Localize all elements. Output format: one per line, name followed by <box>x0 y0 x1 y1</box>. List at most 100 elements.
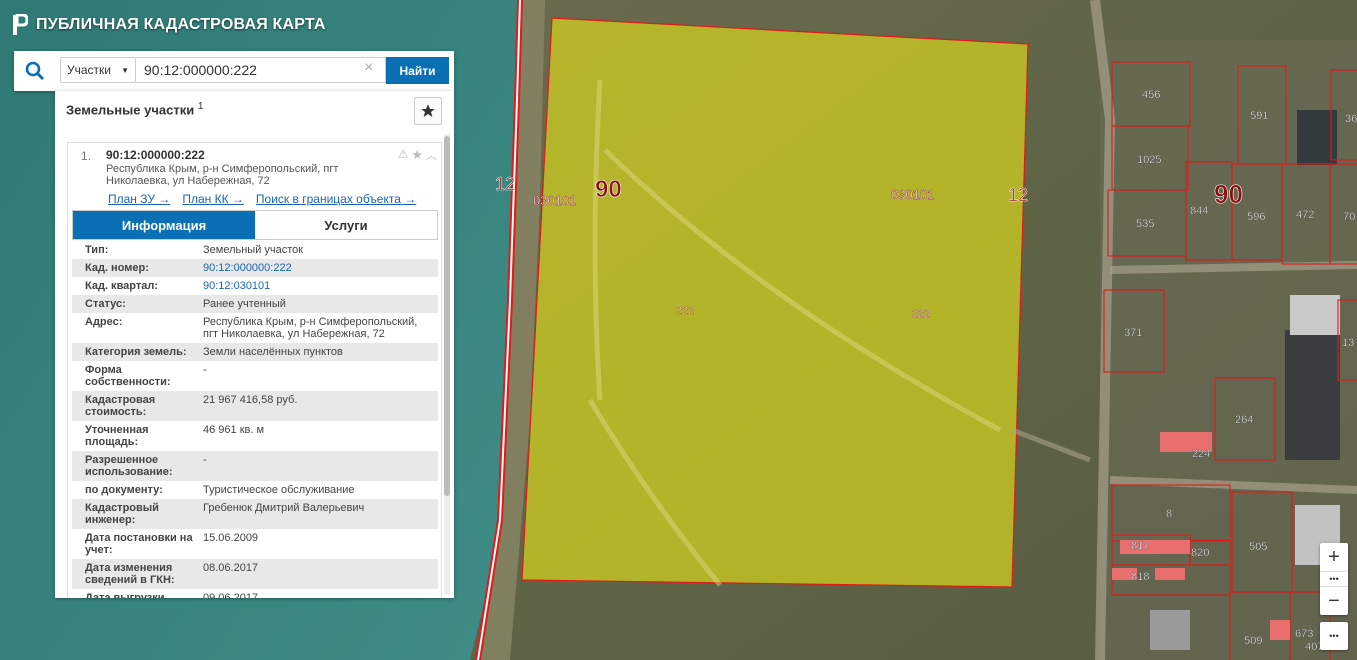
building <box>1150 610 1190 650</box>
star-icon <box>421 104 435 117</box>
zoom-out-button[interactable]: − <box>1320 587 1348 615</box>
info-row-value: Туристическое обслуживание <box>203 484 355 496</box>
info-row-value[interactable]: 90:12:030101 <box>203 280 438 292</box>
app-header: ПУБЛИЧНАЯ КАДАСТРОВАЯ КАРТА <box>12 14 326 36</box>
building <box>1285 330 1340 460</box>
info-tabs: Информация Услуги <box>72 210 438 240</box>
neighbor-parcel-label: 535 <box>1136 218 1154 230</box>
scrollbar-thumb[interactable] <box>444 136 450 496</box>
warning-icon[interactable]: ⚠ <box>398 147 409 163</box>
info-row: Категория земель: Земли населённых пункто… <box>72 343 438 361</box>
tab-information[interactable]: Информация <box>73 211 255 239</box>
info-row: Разрешенное использование: - <box>72 451 438 481</box>
panel-title: Земельные участки 1 <box>66 101 204 118</box>
quarter-label: 030101 <box>533 193 576 208</box>
search-input[interactable] <box>136 57 386 83</box>
neighbor-parcel-label: 505 <box>1249 541 1267 553</box>
neighbor-parcel-label: 13 <box>1342 337 1354 349</box>
info-row: Тип: Земельный участок <box>72 241 438 259</box>
plan-zu-link[interactable]: План ЗУ → <box>108 192 170 206</box>
info-row-key: Разрешенное использование: <box>85 454 173 478</box>
search-type-select[interactable]: Участки ▼ <box>60 57 136 83</box>
info-row: по документу: Туристическое обслуживание <box>72 481 438 499</box>
info-row-key: Кадастровый инженер: <box>85 502 159 526</box>
item-cadastral-number[interactable]: 90:12:000000:222 <box>106 148 205 162</box>
info-row-key: Статус: <box>85 298 126 310</box>
info-row-key: Кад. номер: <box>85 262 149 274</box>
neighbor-parcel-label: 8 <box>1166 508 1172 520</box>
neighbor-parcel-label: 70 <box>1343 211 1355 223</box>
info-row-value: Республика Крым, р-н Симферопольский, пг… <box>203 316 418 340</box>
logo-icon <box>13 14 28 35</box>
app-title: ПУБЛИЧНАЯ КАДАСТРОВАЯ КАРТА <box>36 16 326 33</box>
info-row: Кадастровая стоимость: 21 967 416,58 руб. <box>72 391 438 421</box>
parcel-label: 222 <box>676 305 694 317</box>
neighbor-parcel-label: 509 <box>1244 635 1262 647</box>
info-row-value: Ранее учтенный <box>203 298 286 310</box>
search-icon[interactable] <box>14 51 56 91</box>
search-type-label: Участки <box>67 63 111 77</box>
info-row: Кадастровый инженер: Гребенюк Дмитрий Вал… <box>72 499 438 529</box>
neighbor-parcel-label: 371 <box>1124 327 1142 339</box>
star-icon[interactable]: ★ <box>411 147 423 163</box>
plan-kk-link[interactable]: План КК → <box>182 192 244 206</box>
district-label: 12 <box>1008 185 1028 205</box>
info-row: Кад. квартал: 90:12:030101 <box>72 277 438 295</box>
info-row: Форма собственности: - <box>72 361 438 391</box>
panel-scrollbar[interactable] <box>444 134 450 594</box>
neighbor-parcel-label: 36 <box>1345 113 1357 125</box>
info-row: Адрес: Республика Крым, р-н Симферопольск… <box>72 313 438 343</box>
item-address: Республика Крым, р-н Симферопольский, пг… <box>106 163 339 187</box>
neighbor-parcel-label: 817 <box>1131 540 1149 552</box>
quarter-label: 030101 <box>891 187 934 202</box>
item-number: 1. <box>81 149 92 163</box>
find-button[interactable]: Найти <box>386 57 449 84</box>
neighbor-parcel-label: 1025 <box>1137 154 1161 166</box>
info-row-value: Гребенюк Дмитрий Валерьевич <box>203 502 365 514</box>
clear-icon[interactable]: × <box>364 59 373 77</box>
info-row-value: 15.06.2009 <box>203 532 259 544</box>
info-row-key: Кад. квартал: <box>85 280 159 292</box>
info-row-key: Кадастровая стоимость: <box>85 394 156 418</box>
info-row: Дата изменения сведений в ГКН: 08.06.2017 <box>72 559 438 589</box>
info-row-value: 21 967 416,58 руб. <box>203 394 298 406</box>
more-button[interactable]: ••• <box>1320 622 1348 650</box>
info-row: Уточненная площадь: 46 961 кв. м <box>72 421 438 451</box>
neighbor-parcel-label: 456 <box>1142 89 1160 101</box>
info-row-value: 46 961 кв. м <box>203 424 265 436</box>
info-row-value[interactable]: 90:12:000000:222 <box>203 262 438 274</box>
parcel-label: 222 <box>912 308 930 320</box>
neighbor-parcel-label: 818 <box>1131 571 1149 583</box>
favorite-button[interactable] <box>414 97 442 125</box>
neighbor-parcel-label: 264 <box>1235 414 1253 426</box>
neighbor-parcel-label: 591 <box>1250 110 1268 122</box>
info-row-value: 09.06.2017 <box>203 592 259 598</box>
info-row-key: Уточненная площадь: <box>85 424 149 448</box>
building <box>1290 295 1340 335</box>
chevron-up-icon[interactable]: ︿ <box>426 147 437 163</box>
results-panel: Земельные участки 1 1. 90:12:000000:222 … <box>55 91 454 598</box>
info-table: Тип: Земельный участок Кад. номер: 90:12:00… <box>72 241 438 598</box>
neighbor-parcel-label: 820 <box>1191 547 1209 559</box>
info-row-key: Категория земель: <box>85 346 187 358</box>
zoom-controls: + ••• − <box>1320 543 1348 615</box>
district-label: 12 <box>495 174 515 194</box>
search-in-bounds-link[interactable]: Поиск в границах объекта → <box>256 192 416 206</box>
parcel-card: 1. 90:12:000000:222 Республика Крым, р-н… <box>67 142 442 598</box>
info-row-value: - <box>203 454 207 466</box>
zoom-in-button[interactable]: + <box>1320 543 1348 571</box>
info-row-value: - <box>203 364 207 376</box>
neighbor-parcel-label: 596 <box>1247 211 1265 223</box>
tab-services[interactable]: Услуги <box>255 211 437 239</box>
more-controls: ••• <box>1320 622 1348 650</box>
region-label: 90 <box>595 176 622 203</box>
neighbor-parcel-label: 472 <box>1296 209 1314 221</box>
search-bar: Участки ▼ × Найти <box>14 51 454 91</box>
chevron-down-icon: ▼ <box>121 65 129 75</box>
info-row: Статус: Ранее учтенный <box>72 295 438 313</box>
zoom-more-button[interactable]: ••• <box>1320 571 1348 587</box>
info-row-value: 08.06.2017 <box>203 562 259 574</box>
info-row-key: Дата изменения сведений в ГКН: <box>85 562 175 586</box>
region-label: 90 <box>1214 179 1243 209</box>
info-row-value: Земельный участок <box>203 244 304 256</box>
